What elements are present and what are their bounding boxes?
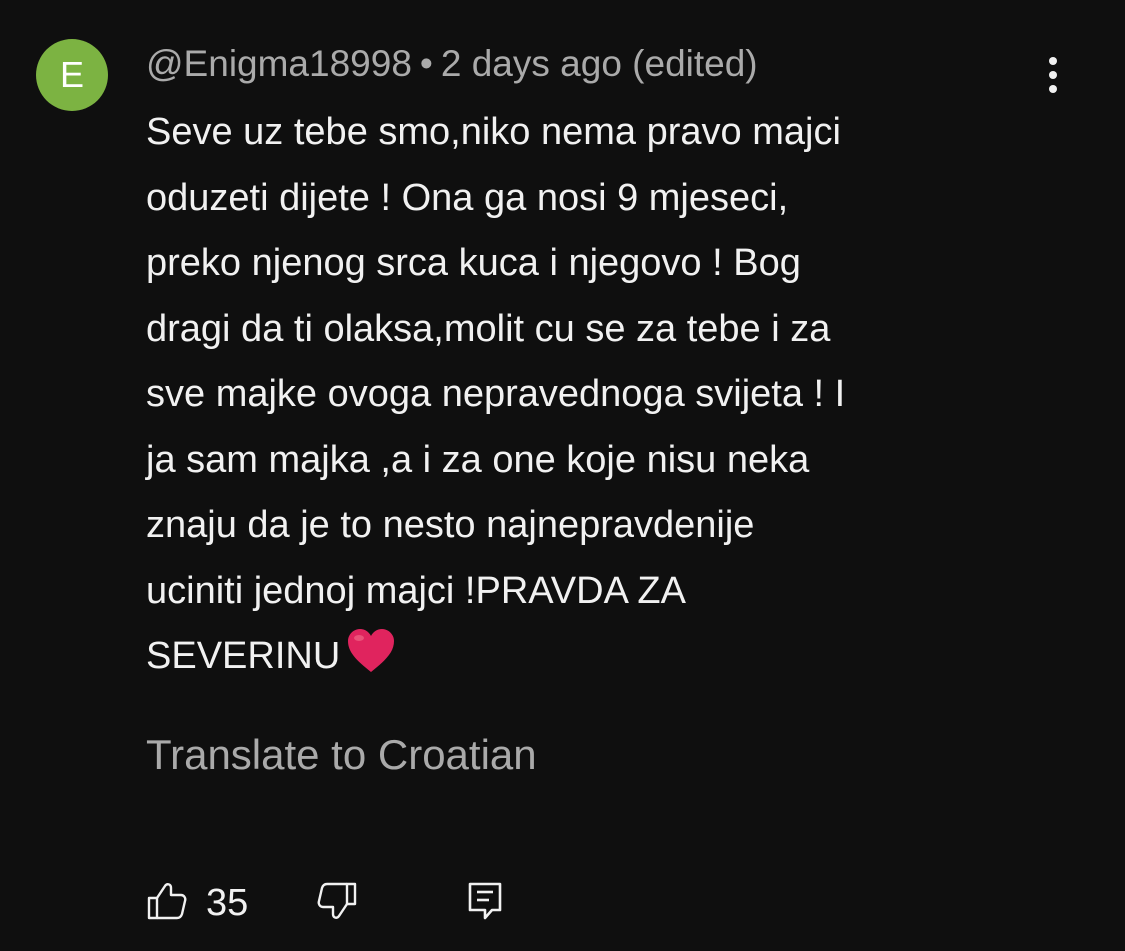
meta-separator: • — [419, 43, 433, 84]
like-count: 35 — [206, 882, 249, 924]
more-options-button[interactable] — [1030, 52, 1076, 98]
comment-reply-icon — [468, 882, 502, 920]
translate-button[interactable]: Translate to Croatian — [146, 730, 537, 780]
red-heart-emoji-icon — [346, 628, 396, 696]
thumbs-up-icon — [147, 883, 187, 920]
comment-timestamp[interactable]: 2 days ago (edited) — [441, 43, 758, 84]
reply-button[interactable] — [466, 881, 506, 921]
comment-actions: 35 — [146, 876, 546, 926]
comment-header: @Enigma18998 • 2 days ago (edited) — [146, 42, 758, 86]
thumbs-down-icon — [317, 882, 357, 919]
dislike-button[interactable] — [316, 881, 358, 921]
more-vertical-icon — [1049, 57, 1057, 93]
like-button[interactable] — [146, 881, 188, 921]
author-name[interactable]: @Enigma18998 — [146, 43, 412, 84]
comment-text: Seve uz tebe smo,niko nema pravo majci o… — [146, 111, 846, 677]
avatar[interactable]: E — [36, 39, 108, 111]
comment-body: Seve uz tebe smo,niko nema pravo majci o… — [146, 100, 1046, 696]
avatar-initial: E — [59, 54, 84, 95]
